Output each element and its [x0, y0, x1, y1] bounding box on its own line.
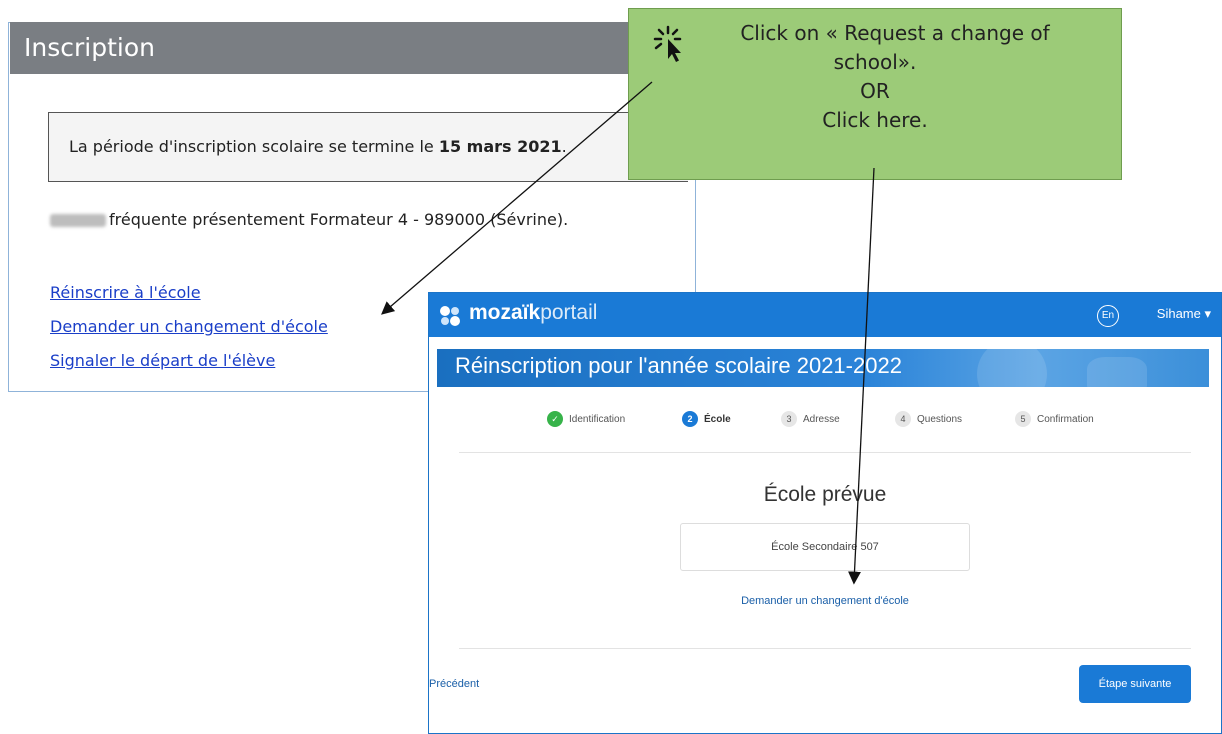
inscription-header: Inscription [10, 22, 687, 74]
inscription-title: Inscription [24, 33, 155, 62]
divider [459, 648, 1191, 649]
callout-line: Click here. [822, 108, 928, 132]
callout-line: OR [860, 79, 890, 103]
step-number: 5 [1015, 411, 1031, 427]
step-number: 2 [682, 411, 698, 427]
logo-bold: mozaïk [469, 301, 541, 324]
step-label: École [704, 413, 731, 425]
section-title: École prévue [763, 483, 887, 506]
banner-title: Réinscription pour l'année scolaire 2021… [455, 353, 902, 378]
language-toggle[interactable]: En [1097, 305, 1119, 327]
callout-line: school». [833, 50, 917, 74]
step-label: Confirmation [1037, 413, 1094, 425]
banner-decoration [1087, 357, 1147, 387]
student-status-text: fréquente présentement Formateur 4 - 989… [109, 210, 569, 229]
user-menu[interactable]: Sihame ▾ [1157, 306, 1211, 322]
portal-topbar: mozaïkportail En Sihame ▾ [429, 293, 1221, 337]
reinscribe-link[interactable]: Réinscrire à l'école [50, 283, 201, 302]
logo-light: portail [540, 301, 598, 324]
next-step-button[interactable]: Étape suivante [1079, 665, 1191, 703]
divider [459, 452, 1191, 453]
page-banner: Réinscription pour l'année scolaire 2021… [437, 349, 1209, 387]
period-notice: La période d'inscription scolaire se ter… [48, 112, 688, 182]
step-label: Questions [917, 413, 963, 425]
period-date: 15 mars 2021 [438, 137, 562, 156]
step-label: Identification [569, 413, 626, 425]
instruction-callout: Click on « Request a change of school». … [628, 8, 1122, 180]
period-suffix: . [561, 137, 567, 156]
step-identification[interactable]: ✓ Identification [547, 411, 625, 427]
step-questions[interactable]: 4 Questions [895, 411, 962, 427]
step-adresse[interactable]: 3 Adresse [781, 411, 840, 427]
blurred-student-name [50, 214, 106, 227]
banner-decoration [977, 349, 1047, 387]
progress-steps: ✓ Identification 2 École 3 Adresse 4 Questio… [429, 411, 1221, 439]
period-text: La période d'inscription scolaire se ter… [69, 113, 567, 181]
request-school-change-portal-link[interactable]: Demander un changement d'école [429, 595, 1221, 607]
mozaik-logo-icon [440, 306, 460, 326]
student-status: fréquente présentement Formateur 4 - 989… [50, 210, 568, 229]
mozaik-logo-text: mozaïkportail [469, 301, 597, 325]
step-confirmation[interactable]: 5 Confirmation [1015, 411, 1094, 427]
step-label: Adresse [803, 413, 840, 425]
period-prefix: La période d'inscription scolaire se ter… [69, 137, 439, 156]
callout-text: Click on « Request a change of school». … [629, 19, 1121, 135]
check-icon: ✓ [547, 411, 563, 427]
previous-button[interactable]: Précédent [429, 678, 479, 690]
request-school-change-link[interactable]: Demander un changement d'école [50, 317, 328, 336]
step-number: 3 [781, 411, 797, 427]
callout-line: Click on « Request a change of [740, 21, 1050, 45]
report-departure-link[interactable]: Signaler le départ de l'élève [50, 351, 275, 370]
planned-school-field: École Secondaire 507 [680, 523, 970, 571]
step-ecole[interactable]: 2 École [682, 411, 731, 427]
mozaik-portal-window: mozaïkportail En Sihame ▾ Réinscription … [428, 292, 1222, 734]
step-number: 4 [895, 411, 911, 427]
